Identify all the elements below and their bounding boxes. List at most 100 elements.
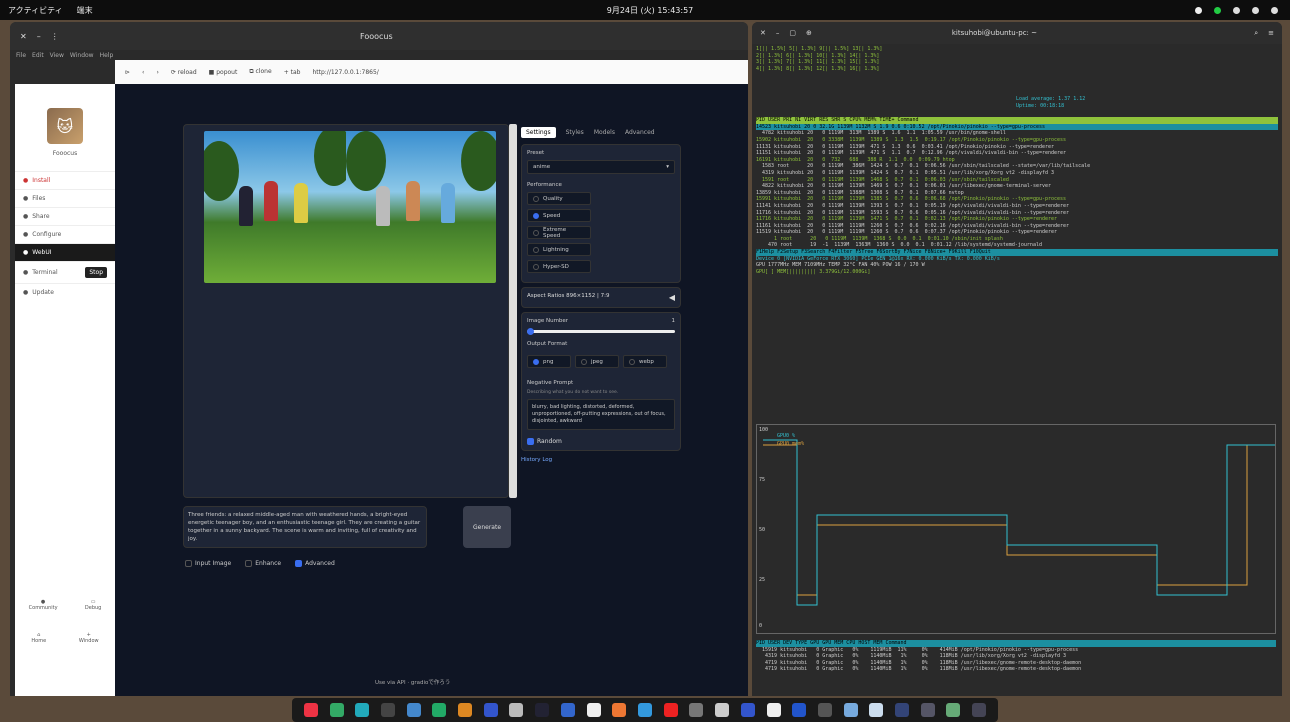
dock-app-icon[interactable] bbox=[715, 703, 730, 717]
sidebar-toggle-icon[interactable]: ⊳ bbox=[125, 69, 130, 76]
gallery-scrollbar[interactable] bbox=[509, 124, 517, 498]
process-row[interactable]: 11716 kitsuhobi 20 0 1119M 1139M 1593 S … bbox=[756, 210, 1278, 217]
close-icon[interactable]: ✕ bbox=[760, 29, 766, 37]
menu-edit[interactable]: Edit bbox=[32, 52, 44, 59]
process-row[interactable]: 11519 kitsuhobi 20 0 1119M 1119M 1260 S … bbox=[756, 229, 1278, 236]
volume-icon[interactable] bbox=[1252, 6, 1259, 14]
tab-models[interactable]: Models bbox=[594, 129, 615, 136]
dock-app-icon[interactable] bbox=[766, 703, 781, 717]
forward-icon[interactable]: › bbox=[156, 69, 158, 76]
process-row[interactable]: 1591 root 20 0 1119M 1139M 1468 S 0.7 0.… bbox=[756, 177, 1278, 184]
sidebar-item-0[interactable]: ● Install bbox=[15, 171, 115, 189]
performance-option-0[interactable]: Quality bbox=[527, 192, 591, 205]
dock-app-icon[interactable] bbox=[869, 703, 884, 717]
process-row[interactable]: 11141 kitsuhobi 20 0 1119M 1139M 1393 S … bbox=[756, 203, 1278, 210]
dock-app-icon[interactable] bbox=[946, 703, 961, 717]
terminal-titlebar[interactable]: ✕ – ▢ ⊕ kitsuhobi@ubuntu-pc: ~ ⌕ ≡ bbox=[752, 22, 1282, 44]
sidebar-item-5[interactable]: ● Terminal Stop bbox=[15, 261, 115, 283]
dock-app-icon[interactable] bbox=[535, 703, 550, 717]
tab-settings[interactable]: Settings bbox=[521, 126, 556, 138]
maximize-icon[interactable]: ▢ bbox=[789, 29, 796, 37]
performance-option-3[interactable]: Lightning bbox=[527, 243, 591, 256]
system-tray[interactable] bbox=[1195, 6, 1290, 14]
dock-app-icon[interactable] bbox=[380, 703, 395, 717]
sidebar-item-3[interactable]: ● Configure bbox=[15, 225, 115, 243]
output-format-2[interactable]: webp bbox=[623, 355, 667, 368]
debug-button[interactable]: ▭ Debug bbox=[85, 599, 101, 611]
dock-app-icon[interactable] bbox=[458, 703, 473, 717]
back-icon[interactable]: ‹ bbox=[142, 69, 144, 76]
close-icon[interactable]: ✕ bbox=[20, 32, 27, 41]
status-icon[interactable] bbox=[1214, 6, 1221, 14]
terminal-output[interactable]: 1[|| 1.5%] 5[| 1.3%] 9[|| 1.5%] 13[| 1.3… bbox=[752, 44, 1282, 696]
dock-app-icon[interactable] bbox=[612, 703, 627, 717]
tab-advanced[interactable]: Advanced bbox=[625, 129, 655, 136]
enhance-checkbox[interactable]: Enhance bbox=[245, 560, 281, 567]
dock-app-icon[interactable] bbox=[792, 703, 807, 717]
dock-app-icon[interactable] bbox=[689, 703, 704, 717]
process-row[interactable]: 11716 kitsuhobi 20 0 1119M 1139M 1471 S … bbox=[756, 216, 1278, 223]
active-app-label[interactable]: 端末 bbox=[77, 5, 93, 16]
dock-app-icon[interactable] bbox=[972, 703, 987, 717]
process-row[interactable]: 15902 kitsuhobi 20 0 3338M 1139M 1389 S … bbox=[756, 137, 1278, 144]
network-icon[interactable] bbox=[1233, 6, 1240, 14]
htop-function-keys[interactable]: F1Help F2Setup F3Search F4Filter F5Tree … bbox=[756, 249, 1278, 256]
url-field[interactable]: http://127.0.0.1:7865/ bbox=[312, 69, 378, 76]
window-button[interactable]: + Window bbox=[79, 632, 99, 644]
reload-button[interactable]: ⟳ reload bbox=[171, 69, 197, 76]
gpu-process-row[interactable]: 4719 kitsuhobi 0 Graphic 0% 1140MiB 1% 0… bbox=[756, 666, 1276, 673]
random-checkbox[interactable]: Random bbox=[527, 438, 675, 445]
dock-app-icon[interactable] bbox=[637, 703, 652, 717]
sidebar-item-2[interactable]: ● Share bbox=[15, 207, 115, 225]
new-tab-icon[interactable]: ⊕ bbox=[806, 29, 812, 37]
dock-app-icon[interactable] bbox=[406, 703, 421, 717]
dock-app-icon[interactable] bbox=[303, 703, 318, 717]
process-row[interactable]: 11151 kitsuhobi 20 0 1119M 1139M 471 S 1… bbox=[756, 150, 1278, 157]
image-number-slider[interactable] bbox=[527, 328, 675, 335]
dock-app-icon[interactable] bbox=[843, 703, 858, 717]
dock-app-icon[interactable] bbox=[355, 703, 370, 717]
search-icon[interactable]: ⌕ bbox=[1254, 29, 1258, 38]
menu-help[interactable]: Help bbox=[100, 52, 114, 59]
history-log-link[interactable]: History Log bbox=[521, 457, 681, 463]
generated-image-2[interactable] bbox=[346, 131, 496, 283]
hamburger-icon[interactable]: ≡ bbox=[1268, 29, 1274, 37]
preset-select[interactable]: anime ▾ bbox=[527, 160, 675, 174]
aspect-ratio-accordion[interactable]: Aspect Ratios 896×1152 | 7:9 ◀ bbox=[521, 287, 681, 308]
generate-button[interactable]: Generate bbox=[463, 506, 511, 548]
stop-button[interactable]: Stop bbox=[85, 267, 107, 278]
dock-app-icon[interactable] bbox=[817, 703, 832, 717]
output-format-0[interactable]: png bbox=[527, 355, 571, 368]
process-row[interactable]: 16191 kitsuhobi 20 0 732 688 388 R 1.1 0… bbox=[756, 157, 1278, 164]
minimize-icon[interactable]: – bbox=[776, 29, 780, 37]
dock-app-icon[interactable] bbox=[560, 703, 575, 717]
process-row[interactable]: 4319 kitsuhobi 20 0 1119M 1139M 1424 S 0… bbox=[756, 170, 1278, 177]
advanced-checkbox[interactable]: Advanced bbox=[295, 560, 335, 567]
process-row[interactable]: 4782 kitsuhobi 20 0 1119M 313M 1389 S 1.… bbox=[756, 130, 1278, 137]
brightness-icon[interactable] bbox=[1195, 6, 1202, 14]
performance-option-1[interactable]: Speed bbox=[527, 209, 591, 222]
dock-app-icon[interactable] bbox=[920, 703, 935, 717]
dock-app-icon[interactable] bbox=[509, 703, 524, 717]
dock-app-icon[interactable] bbox=[329, 703, 344, 717]
gpu-process-row[interactable]: 4319 kitsuhobi 0 Graphic 0% 1140MiB 1% 0… bbox=[756, 653, 1276, 660]
dock-app-icon[interactable] bbox=[740, 703, 755, 717]
dock-app-icon[interactable] bbox=[432, 703, 447, 717]
sidebar-item-4[interactable]: ● WebUI bbox=[15, 243, 115, 261]
process-row[interactable]: 13859 kitsuhobi 20 0 1119M 1388M 1308 S … bbox=[756, 190, 1278, 197]
footer-links[interactable]: Use via API · gradioで作ろう bbox=[375, 678, 450, 686]
selected-process-row[interactable]: 14523 kitsuhobi 20 0 32.1G 1139M 1132M S… bbox=[756, 123, 1278, 131]
process-row[interactable]: 15991 kitsuhobi 20 0 1119M 1139M 1385 S … bbox=[756, 196, 1278, 203]
negative-prompt-input[interactable]: blurry, bad lighting, distorted, deforme… bbox=[527, 399, 675, 430]
menu-window[interactable]: Window bbox=[70, 52, 94, 59]
clone-button[interactable]: ⧉ clone bbox=[249, 68, 271, 76]
process-row[interactable]: 1583 root 20 0 1119M 386M 1424 S 0.7 0.1… bbox=[756, 163, 1278, 170]
new-tab-button[interactable]: + tab bbox=[284, 69, 301, 76]
sidebar-item-1[interactable]: ● Files bbox=[15, 189, 115, 207]
process-row[interactable]: 11131 kitsuhobi 20 0 1119M 1139M 471 S 1… bbox=[756, 144, 1278, 151]
process-row[interactable]: 11161 kitsuhobi 20 0 1119M 1119M 1260 S … bbox=[756, 223, 1278, 230]
prompt-input[interactable]: Three friends: a relaxed middle-aged man… bbox=[183, 506, 427, 548]
output-format-1[interactable]: jpeg bbox=[575, 355, 619, 368]
community-button[interactable]: ● Community bbox=[29, 599, 58, 611]
process-row[interactable]: 4822 kitsuhobi 20 0 1119M 1139M 1469 S 0… bbox=[756, 183, 1278, 190]
